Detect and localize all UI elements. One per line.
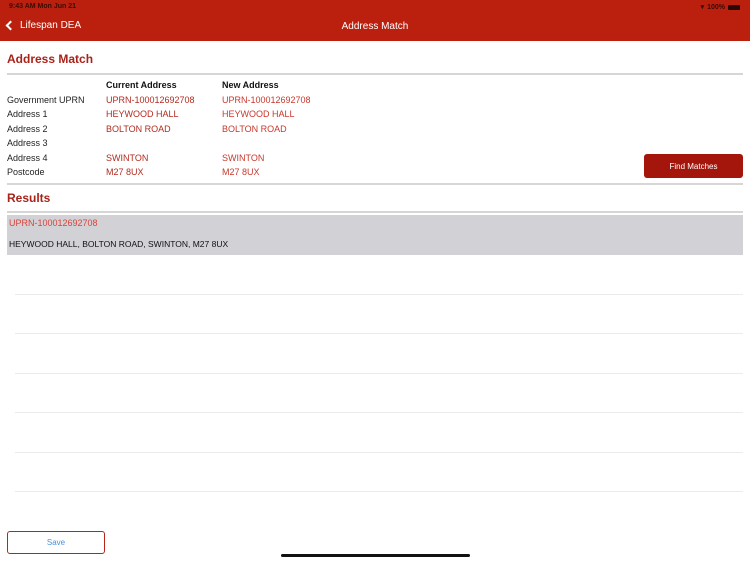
battery-percent: 100% — [707, 3, 725, 11]
new-value: M27 8UX — [222, 167, 260, 177]
current-value: HEYWOOD HALL — [106, 109, 179, 119]
save-button[interactable]: Save — [7, 531, 105, 554]
address-match-title: Address Match — [7, 52, 94, 66]
current-value: SWINTON — [106, 152, 149, 163]
current-value: UPRN-100012692708 — [106, 94, 195, 105]
navigation-bar: 9:43 AM Mon Jun 21 ▾ 100% Lifespan DEA A… — [0, 0, 750, 41]
list-separator — [15, 294, 743, 295]
list-separator — [15, 452, 743, 453]
status-time: 9:43 AM Mon Jun 21 — [9, 3, 77, 10]
list-separator — [15, 373, 743, 374]
list-separator — [15, 412, 743, 413]
wifi-icon: ▾ — [700, 4, 705, 11]
result-item[interactable]: UPRN-100012692708 HEYWOOD HALL, BOLTON R… — [7, 215, 743, 255]
row-label: Address 2 — [7, 123, 48, 134]
row-label: Address 3 — [7, 138, 48, 148]
new-value: HEYWOOD HALL — [222, 109, 295, 119]
row-label: Postcode — [7, 167, 45, 177]
row-label: Government UPRN — [7, 94, 85, 105]
current-address-header: Current Address — [106, 80, 177, 90]
result-uprn: UPRN-100012692708 — [9, 218, 98, 228]
list-separator — [15, 491, 743, 492]
nav-title: Address Match — [341, 21, 409, 32]
status-indicators: ▾ 100% — [701, 3, 740, 11]
new-value: UPRN-100012692708 — [222, 94, 311, 105]
divider — [7, 73, 743, 75]
row-label: Address 1 — [7, 109, 48, 119]
current-value: M27 8UX — [106, 167, 144, 177]
divider — [7, 211, 743, 213]
result-address: HEYWOOD HALL, BOLTON ROAD, SWINTON, M27 … — [9, 239, 229, 249]
home-indicator[interactable] — [281, 554, 470, 557]
find-matches-button[interactable]: Find Matches — [644, 154, 743, 178]
current-value: BOLTON ROAD — [106, 123, 171, 134]
battery-icon — [728, 4, 740, 10]
divider — [7, 183, 743, 185]
new-value: SWINTON — [222, 152, 265, 163]
row-label: Address 4 — [7, 152, 48, 163]
list-separator — [15, 333, 743, 334]
results-title: Results — [7, 191, 51, 205]
new-address-header: New Address — [222, 80, 279, 90]
new-value: BOLTON ROAD — [222, 123, 287, 134]
